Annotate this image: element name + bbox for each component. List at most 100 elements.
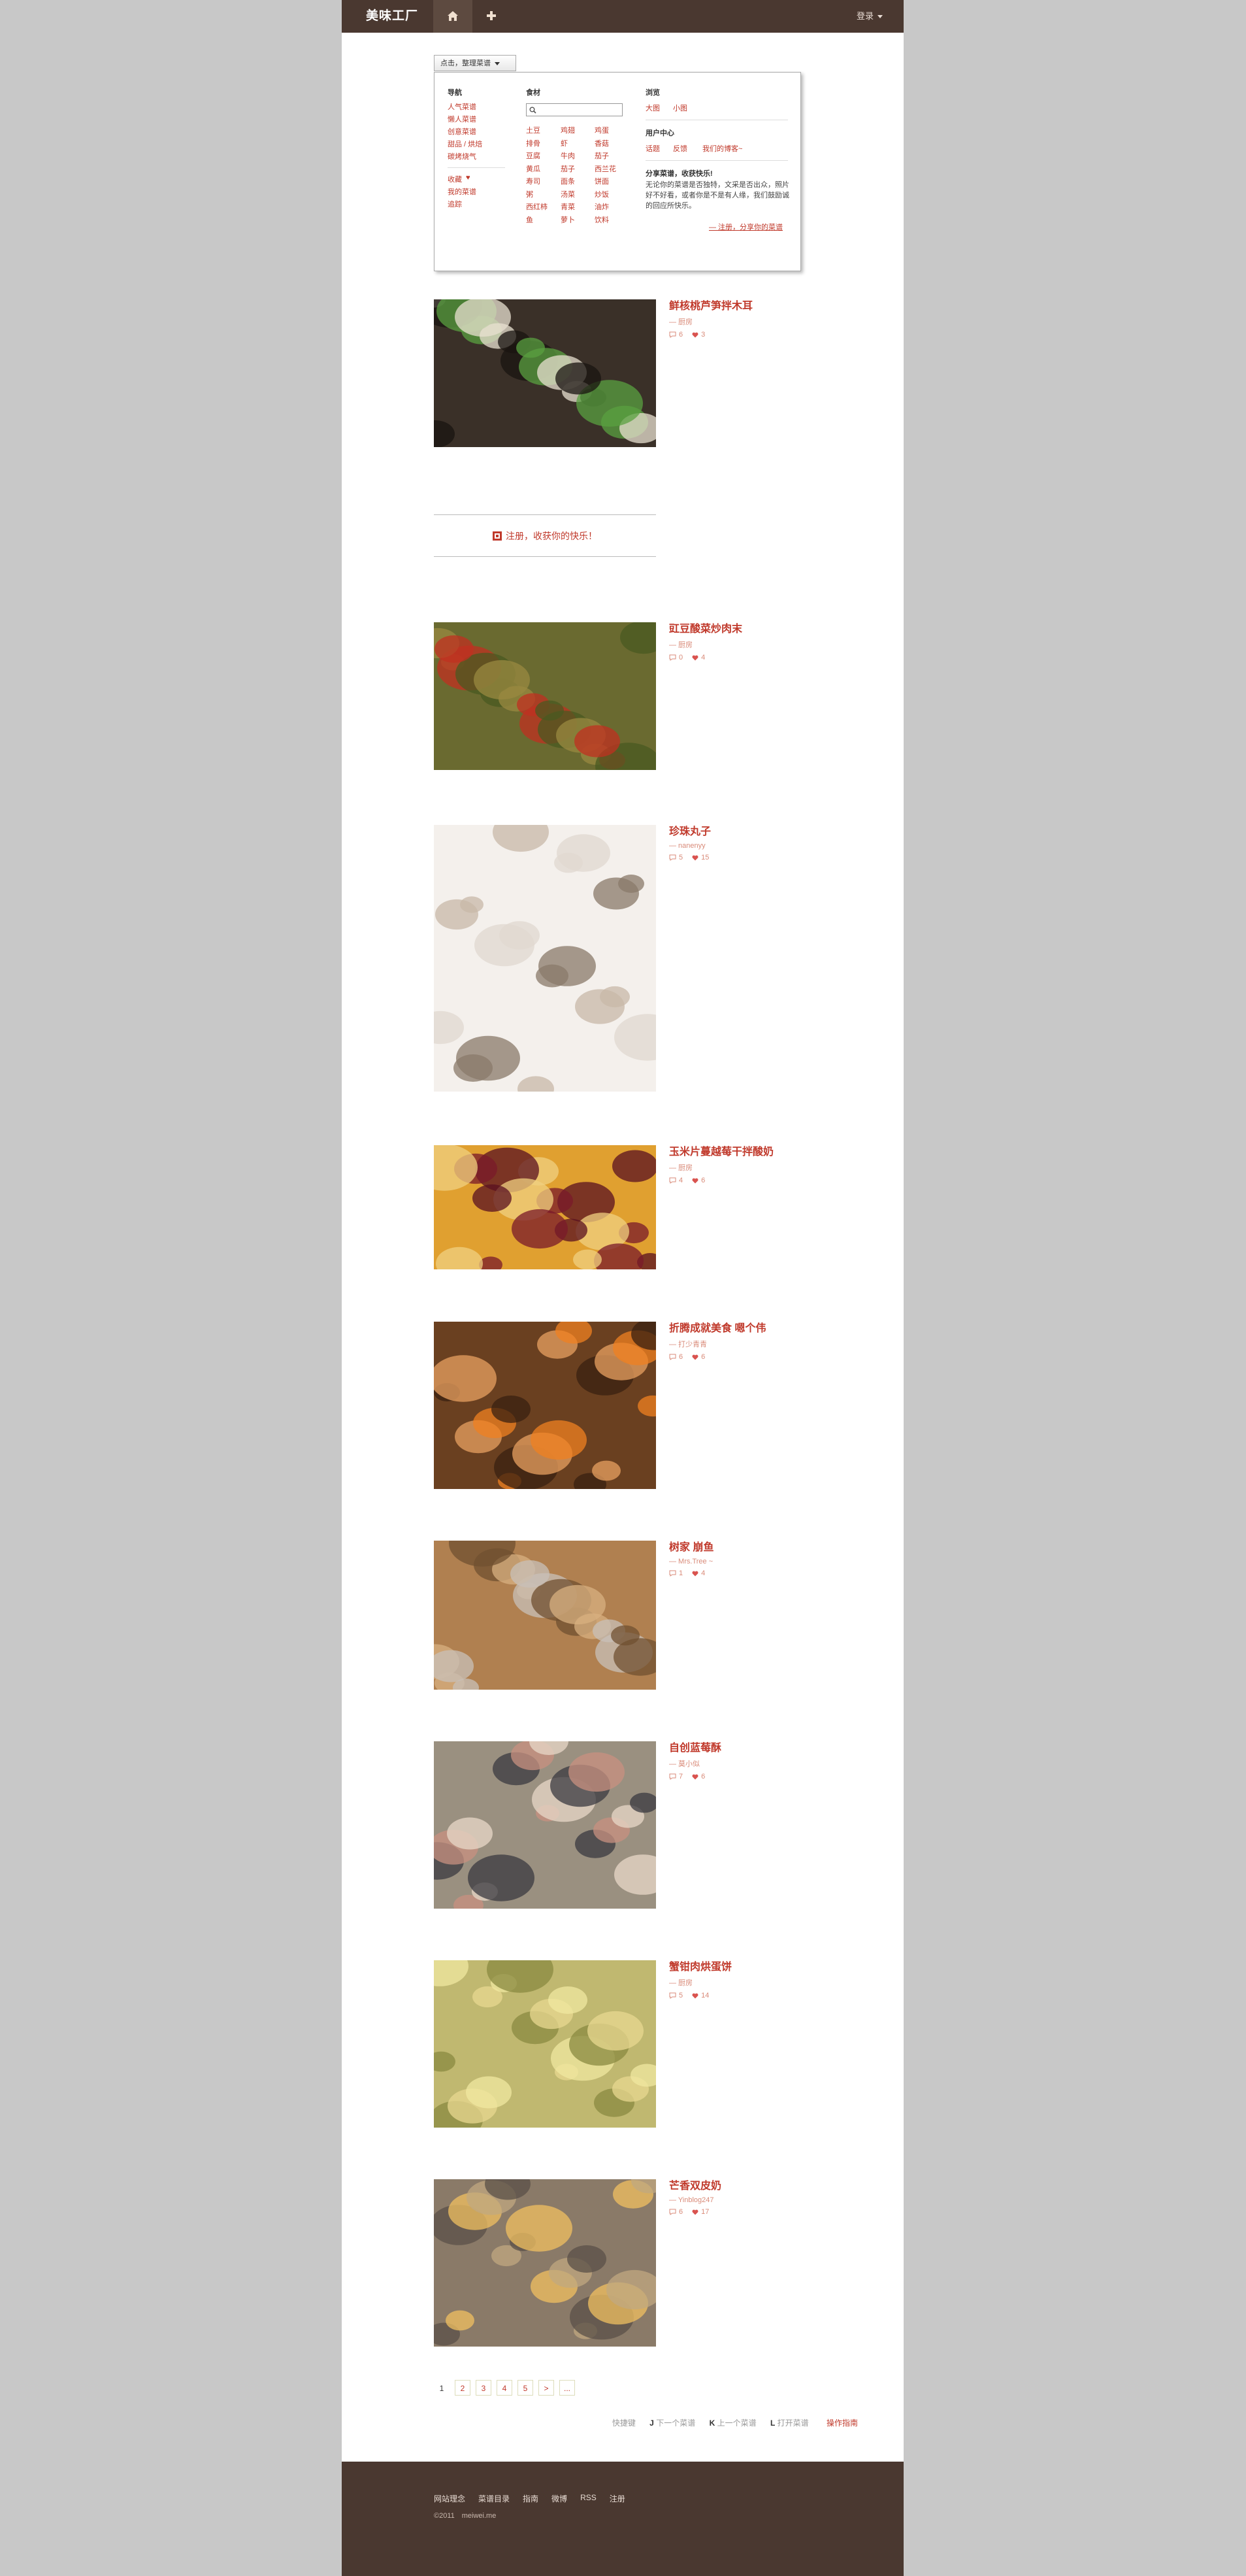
ingredient-link[interactable]: 炒饭 (595, 189, 609, 199)
l-desc: 打开菜谱 (777, 2418, 809, 2428)
feedback-link[interactable]: 反馈 (673, 143, 687, 154)
recipe-photo[interactable] (434, 299, 656, 447)
heart-icon (692, 655, 698, 660)
page-5[interactable]: 5 (517, 2380, 533, 2396)
ingredient-link[interactable]: 黄瓜 (526, 163, 540, 174)
view-large-option[interactable]: 大图 (646, 103, 660, 113)
ingredient-link[interactable]: 豆腐 (526, 150, 540, 161)
ingredient-link[interactable]: 西红柿 (526, 201, 548, 212)
site-logo[interactable]: 美味工厂 (366, 0, 418, 33)
nav-item[interactable]: 碳烤烧气 (448, 151, 476, 161)
recipe-author[interactable]: — Mrs.Tree ~ (669, 1558, 787, 1565)
topics-link[interactable]: 话题 (646, 143, 660, 154)
recipe-title[interactable]: 鲜核桃芦笋拌木耳 (669, 299, 787, 314)
page-2[interactable]: 2 (455, 2380, 470, 2396)
recipe-author[interactable]: — 厨房 (669, 1162, 787, 1173)
ingredient-search-input[interactable] (526, 103, 623, 116)
page-1[interactable]: 1 (434, 2380, 450, 2396)
ingredient-link[interactable]: 萝卜 (561, 214, 575, 225)
nav-item[interactable]: 人气菜谱 (448, 101, 476, 112)
like-count: 3 (701, 331, 706, 339)
login-menu[interactable]: 登录 (857, 0, 883, 33)
nav-item-favorites[interactable]: 收藏 (448, 174, 462, 184)
nav-item[interactable]: 我的菜谱 (448, 186, 476, 197)
like-count: 14 (701, 1992, 710, 1999)
add-recipe-button[interactable] (472, 0, 512, 33)
recipe-author[interactable]: — 厨房 (669, 639, 787, 650)
page-next[interactable]: > (538, 2380, 554, 2396)
ingredient-link[interactable]: 粥 (526, 189, 533, 199)
comment-icon (669, 654, 676, 661)
ingredient-link[interactable]: 排骨 (526, 138, 540, 148)
l-key: L (770, 2418, 776, 2428)
recipe-photo[interactable] (434, 1541, 656, 1690)
ingredient-link[interactable]: 饼面 (595, 176, 609, 186)
recipe-photo[interactable] (434, 1322, 656, 1489)
recipe-author[interactable]: — nanenyy (669, 842, 787, 850)
blog-link[interactable]: 我们的博客~ (702, 143, 742, 154)
nav-item[interactable]: 创意菜谱 (448, 126, 476, 137)
ingredient-link[interactable]: 青菜 (561, 201, 575, 212)
recipe-photo[interactable] (434, 1145, 656, 1269)
view-small-option[interactable]: 小图 (673, 103, 687, 113)
register-promo[interactable]: 注册，收获你的快乐！ (434, 514, 656, 557)
footer-link[interactable]: 微博 (551, 2493, 567, 2504)
ingredient-link[interactable]: 寿司 (526, 176, 540, 186)
page-4[interactable]: 4 (497, 2380, 512, 2396)
heart-icon (692, 1354, 698, 1360)
footer-link[interactable]: 网站理念 (434, 2493, 465, 2504)
ingredient-link[interactable]: 西兰花 (595, 163, 616, 174)
home-button[interactable] (433, 0, 472, 33)
filter-dropdown-button[interactable]: 点击，整理菜谱 (434, 55, 516, 71)
comment-count: 6 (679, 1353, 683, 1361)
recipe-author[interactable]: — Yinblog247 (669, 2196, 787, 2204)
footer-link[interactable]: 指南 (523, 2493, 538, 2504)
ingredient-link[interactable]: 鸡翅 (561, 125, 575, 135)
ingredient-link[interactable]: 鸡蛋 (595, 125, 609, 135)
nav-item[interactable]: 甜品 / 烘焙 (448, 139, 482, 149)
recipe-author[interactable]: — 厨房 (669, 316, 787, 327)
page-more[interactable]: ... (559, 2380, 575, 2396)
recipe-author[interactable]: — 打少青青 (669, 1339, 787, 1349)
ingredient-link[interactable]: 茄子 (595, 150, 609, 161)
recipe-photo[interactable] (434, 622, 656, 770)
ingredient-link[interactable]: 油炸 (595, 201, 609, 212)
promo-text: 注册，收获你的快乐！ (506, 531, 597, 541)
recipe-title[interactable]: 珍珠丸子 (669, 825, 787, 839)
copyright: ©2011 meiwei.me (434, 2512, 497, 2520)
recipe-title[interactable]: 玉米片蔓越莓干拌酸奶 (669, 1145, 787, 1160)
ingredient-link[interactable]: 牛肉 (561, 150, 575, 161)
recipe-title[interactable]: 自创蓝莓酥 (669, 1741, 787, 1756)
ingredient-link[interactable]: 土豆 (526, 125, 540, 135)
footer-link[interactable]: 菜谱目录 (478, 2493, 510, 2504)
recipe-photo[interactable] (434, 2179, 656, 2347)
recipe-title[interactable]: 豇豆酸菜炒肉末 (669, 622, 787, 637)
recipe-photo[interactable] (434, 825, 656, 1092)
ingredient-link[interactable]: 香菇 (595, 138, 609, 148)
register-share-link[interactable]: — 注册，分享你的菜谱 (709, 222, 783, 232)
ingredient-link[interactable]: 茄子 (561, 163, 575, 174)
recipe-title[interactable]: 芒香双皮奶 (669, 2179, 787, 2194)
filter-label: 点击，整理菜谱 (440, 59, 491, 67)
page-3[interactable]: 3 (476, 2380, 491, 2396)
ingredient-link[interactable]: 饮料 (595, 214, 609, 225)
ingredient-link[interactable]: 汤菜 (561, 189, 575, 199)
guide-link[interactable]: 操作指南 (827, 2418, 858, 2428)
recipe-photo[interactable] (434, 1960, 656, 2128)
footer-link[interactable]: RSS (580, 2493, 597, 2504)
nav-item[interactable]: 追踪 (448, 199, 462, 209)
recipe-stats: 5 14 (669, 1992, 787, 1999)
recipe-author[interactable]: — 莫小似 (669, 1758, 787, 1769)
recipe-title[interactable]: 折腾成就美食 嗯个伟 (669, 1322, 787, 1336)
top-navbar: 美味工厂 登录 (342, 0, 904, 33)
nav-item[interactable]: 懒人菜谱 (448, 114, 476, 124)
recipe-title[interactable]: 蟹钳肉烘蛋饼 (669, 1960, 787, 1975)
recipe-photo[interactable] (434, 1741, 656, 1909)
ingredient-link[interactable]: 面条 (561, 176, 575, 186)
ingredient-link[interactable]: 鱼 (526, 214, 533, 225)
ingredient-link[interactable]: 虾 (561, 138, 568, 148)
comment-icon (669, 2209, 676, 2215)
footer-link[interactable]: 注册 (610, 2493, 625, 2504)
recipe-author[interactable]: — 厨房 (669, 1977, 787, 1988)
recipe-title[interactable]: 树家 崩鱼 (669, 1541, 787, 1555)
